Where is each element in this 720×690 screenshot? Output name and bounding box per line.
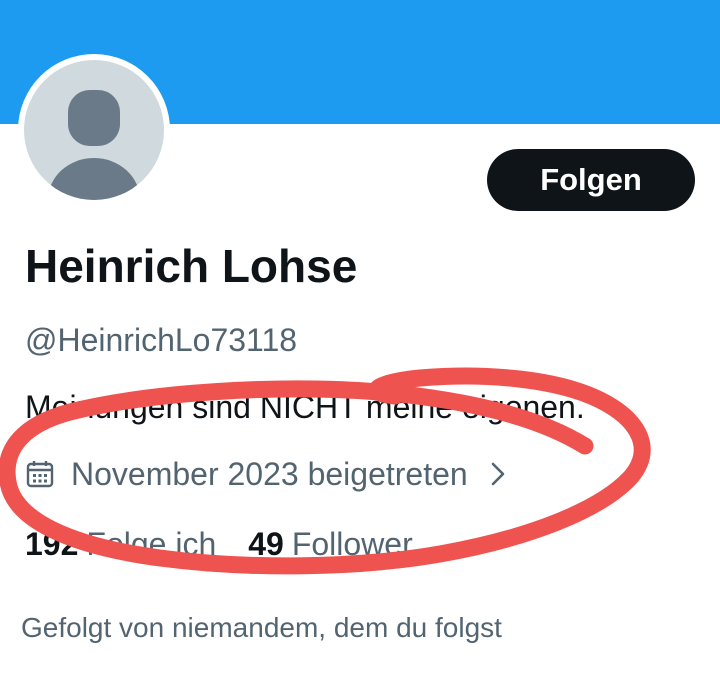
followers-count: 49 [248,525,284,562]
following-count: 192 [25,525,79,562]
profile-bio: Meinungen sind NICHT meine eigenen. [25,389,585,425]
followers-label: Follower [291,525,413,562]
user-handle: @HeinrichLo73118 [25,322,298,358]
following-stat[interactable]: 192 Folge ich [25,526,216,563]
calendar-icon [26,461,54,488]
follow-button[interactable]: Folgen [487,149,695,211]
followers-stat[interactable]: 49 Follower [248,526,413,563]
following-label: Folge ich [86,525,217,562]
joined-date-row[interactable]: November 2023 beigetreten [25,453,508,495]
joined-date-text: November 2023 beigetreten [71,456,468,492]
follow-stats: 192 Folge ich 49 Follower [25,522,413,566]
followed-by-text: Gefolgt von niemandem, dem du folgst [21,612,502,643]
default-avatar-icon [24,60,164,200]
avatar[interactable] [18,54,170,206]
chevron-right-icon [491,462,505,486]
display-name: Heinrich Lohse [25,240,358,292]
avatar-silhouette-icon [48,90,140,200]
